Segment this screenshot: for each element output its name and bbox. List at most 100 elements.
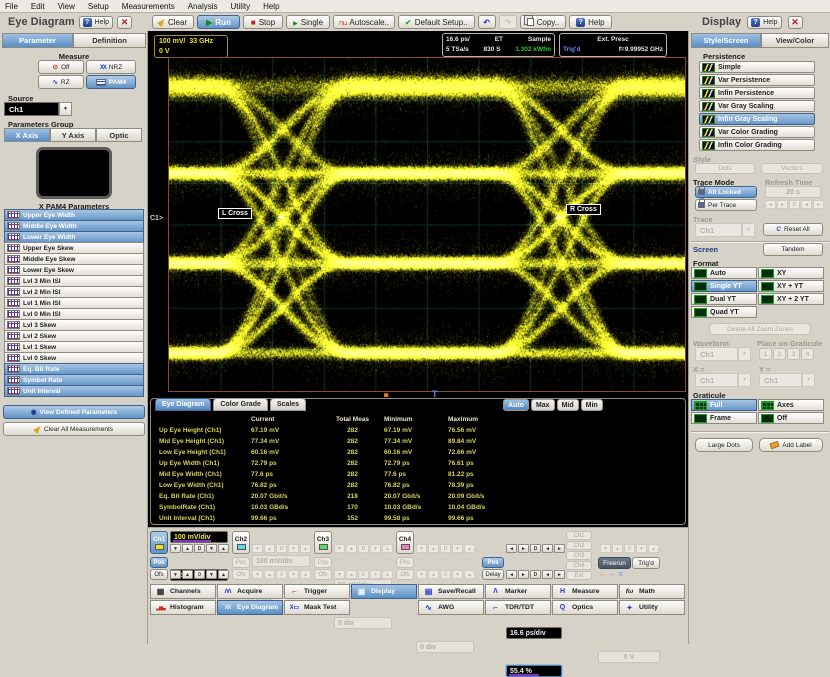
per-trace-button[interactable]: Per Trace (695, 199, 757, 211)
trigger-info-box[interactable]: Ext. Presc Trig'df=9.99952 GHz (559, 33, 667, 57)
autoscale-button[interactable]: Autoscale.. (333, 15, 395, 29)
persistence-var-persistence[interactable]: Var Persistence (699, 74, 815, 86)
spinner-button[interactable]: ► (518, 544, 529, 553)
run-button[interactable]: Run (197, 15, 240, 29)
menu-analysis[interactable]: Analysis (188, 2, 218, 11)
channel-info-box[interactable]: 100 mV/ 33 GHz 0 V (154, 35, 228, 58)
right-close-button[interactable]: ✕ (788, 16, 803, 29)
spinner-button[interactable]: ▼ (206, 544, 217, 553)
spinner-button[interactable]: ▲ (182, 570, 193, 579)
format-xy-yt-button[interactable]: XY + YT (758, 280, 824, 292)
copy-button[interactable]: Copy.. (520, 15, 567, 29)
ch3-button[interactable]: Ch3 (314, 531, 332, 554)
tab-color-grade[interactable]: Color Grade (213, 398, 267, 411)
tab-style-screen[interactable]: Style/Screen (691, 33, 761, 48)
left-close-button[interactable]: ✕ (117, 16, 132, 29)
display-button[interactable]: Display (351, 584, 417, 599)
spinner-button[interactable]: ◄ (542, 570, 553, 579)
optics-button[interactable]: Optics (552, 600, 618, 615)
spinner-button[interactable]: ▲ (218, 544, 229, 553)
tab-x-axis[interactable]: X Axis (4, 128, 50, 142)
spinner-button[interactable]: D (194, 544, 205, 553)
timebase-delay-display[interactable]: 55.4 % (506, 665, 562, 677)
format-xy-2yt-button[interactable]: XY + 2 YT (758, 293, 824, 305)
persistence-infin-gray-scaling[interactable]: Infin Gray Scaling (699, 113, 815, 125)
ch2-button[interactable]: Ch2 (232, 531, 250, 554)
awg-button[interactable]: AWG (418, 600, 484, 615)
acquire-button[interactable]: Acquire (217, 584, 283, 599)
graticule-full-button[interactable]: Full (691, 399, 757, 411)
ch1-ofs-button[interactable]: Ofs (150, 569, 168, 580)
persistence-simple[interactable]: Simple (699, 61, 815, 73)
default-setup-button[interactable]: Default Setup.. (398, 15, 475, 29)
math-button[interactable]: Math (619, 584, 685, 599)
tdr-tdt-button[interactable]: TDR/TDT (485, 600, 551, 615)
view-auto-button[interactable]: Auto (503, 399, 529, 411)
timebase-scale-display[interactable]: 16.6 ps/div (506, 627, 562, 639)
tab-y-axis[interactable]: Y Axis (50, 128, 96, 142)
trigd-button[interactable]: Trig'd (632, 557, 660, 569)
clear-all-measurements-button[interactable]: Clear All Measurements (3, 422, 145, 436)
menu-setup[interactable]: Setup (88, 2, 109, 11)
menu-edit[interactable]: Edit (31, 2, 45, 11)
add-label-button[interactable]: Add Label (759, 438, 823, 452)
measure-nrz-button[interactable]: NRZ (86, 60, 136, 74)
spinner-button[interactable]: ◄ (506, 544, 517, 553)
ch1-button[interactable]: Ch1 (150, 531, 168, 554)
view-min-button[interactable]: Min (581, 399, 603, 411)
graticule-frame-button[interactable]: Frame (691, 412, 757, 424)
tab-parameter[interactable]: Parameter (2, 33, 73, 48)
clear-button[interactable]: Clear (152, 15, 194, 29)
format-dual-yt-button[interactable]: Dual YT (691, 293, 757, 305)
spinner-button[interactable]: 0 (194, 570, 205, 579)
menu-measurements[interactable]: Measurements (122, 2, 175, 11)
menu-view[interactable]: View (58, 2, 75, 11)
spinner-button[interactable]: ▲ (182, 544, 193, 553)
redo-button[interactable] (499, 15, 517, 29)
spinner-button[interactable]: ◄ (542, 544, 553, 553)
spinner-button[interactable]: ▼ (206, 570, 217, 579)
persistence-infin-persistence[interactable]: Infin Persistence (699, 87, 815, 99)
view-defined-parameters-button[interactable]: View Defined Parameters (3, 405, 145, 419)
format-quad-yt-button[interactable]: Quad YT (691, 306, 757, 318)
left-help-button[interactable]: Help (79, 16, 113, 29)
tab-optic[interactable]: Optic (96, 128, 142, 142)
tab-eye-diagram[interactable]: Eye Diagram (155, 398, 211, 411)
persistence-infin-color-grading[interactable]: Infin Color Grading (699, 139, 815, 151)
measure-button[interactable]: Measure (552, 584, 618, 599)
chevron-down-icon[interactable]: ▼ (59, 102, 72, 116)
single-button[interactable]: Single (286, 15, 330, 29)
menu-utility[interactable]: Utility (231, 2, 251, 11)
toolbar-help-button[interactable]: Help (569, 15, 611, 29)
mask-test-button[interactable]: Mask Test (284, 600, 350, 615)
measure-off-button[interactable]: Off (38, 60, 84, 74)
graticule-off-button[interactable]: Off (758, 412, 824, 424)
menu-help[interactable]: Help (263, 2, 279, 11)
channels-button[interactable]: Channels (150, 584, 216, 599)
tab-view-color[interactable]: View/Color (761, 33, 829, 48)
spinner-button[interactable]: ◄ (506, 570, 517, 579)
spinner-button[interactable]: D (530, 570, 541, 579)
right-help-button[interactable]: Help (747, 16, 781, 29)
spinner-button[interactable]: ► (554, 544, 565, 553)
tab-definition[interactable]: Definition (73, 33, 146, 48)
measure-rz-button[interactable]: RZ (38, 75, 84, 89)
param-unit-interval[interactable]: Unit Interval (4, 385, 144, 397)
marker-button[interactable]: Marker (485, 584, 551, 599)
timebase-info-box[interactable]: 16.6 ps/ETSample 5 TSa/s830 S1.302 kWfm (442, 33, 555, 57)
spinner-button[interactable]: D (530, 544, 541, 553)
trigger-button[interactable]: Trigger (284, 584, 350, 599)
stop-button[interactable]: Stop (243, 15, 283, 29)
large-dots-button[interactable]: Large Dots (695, 438, 753, 452)
menu-file[interactable]: File (5, 2, 18, 11)
timebase-pos-button[interactable]: Pos (482, 557, 504, 568)
format-single-yt-button[interactable]: Single YT (691, 280, 757, 292)
format-auto-button[interactable]: Auto (691, 267, 757, 279)
spinner-button[interactable]: ▲ (218, 570, 229, 579)
histogram-button[interactable]: Histogram (150, 600, 216, 615)
utility-button[interactable]: Utility (619, 600, 685, 615)
all-locked-button[interactable]: All Locked (695, 186, 757, 198)
freerun-button[interactable]: Freerun (598, 557, 631, 569)
persistence-var-gray-scaling[interactable]: Var Gray Scaling (699, 100, 815, 112)
ch1-scale-display[interactable]: 100 mV/div (170, 531, 228, 543)
